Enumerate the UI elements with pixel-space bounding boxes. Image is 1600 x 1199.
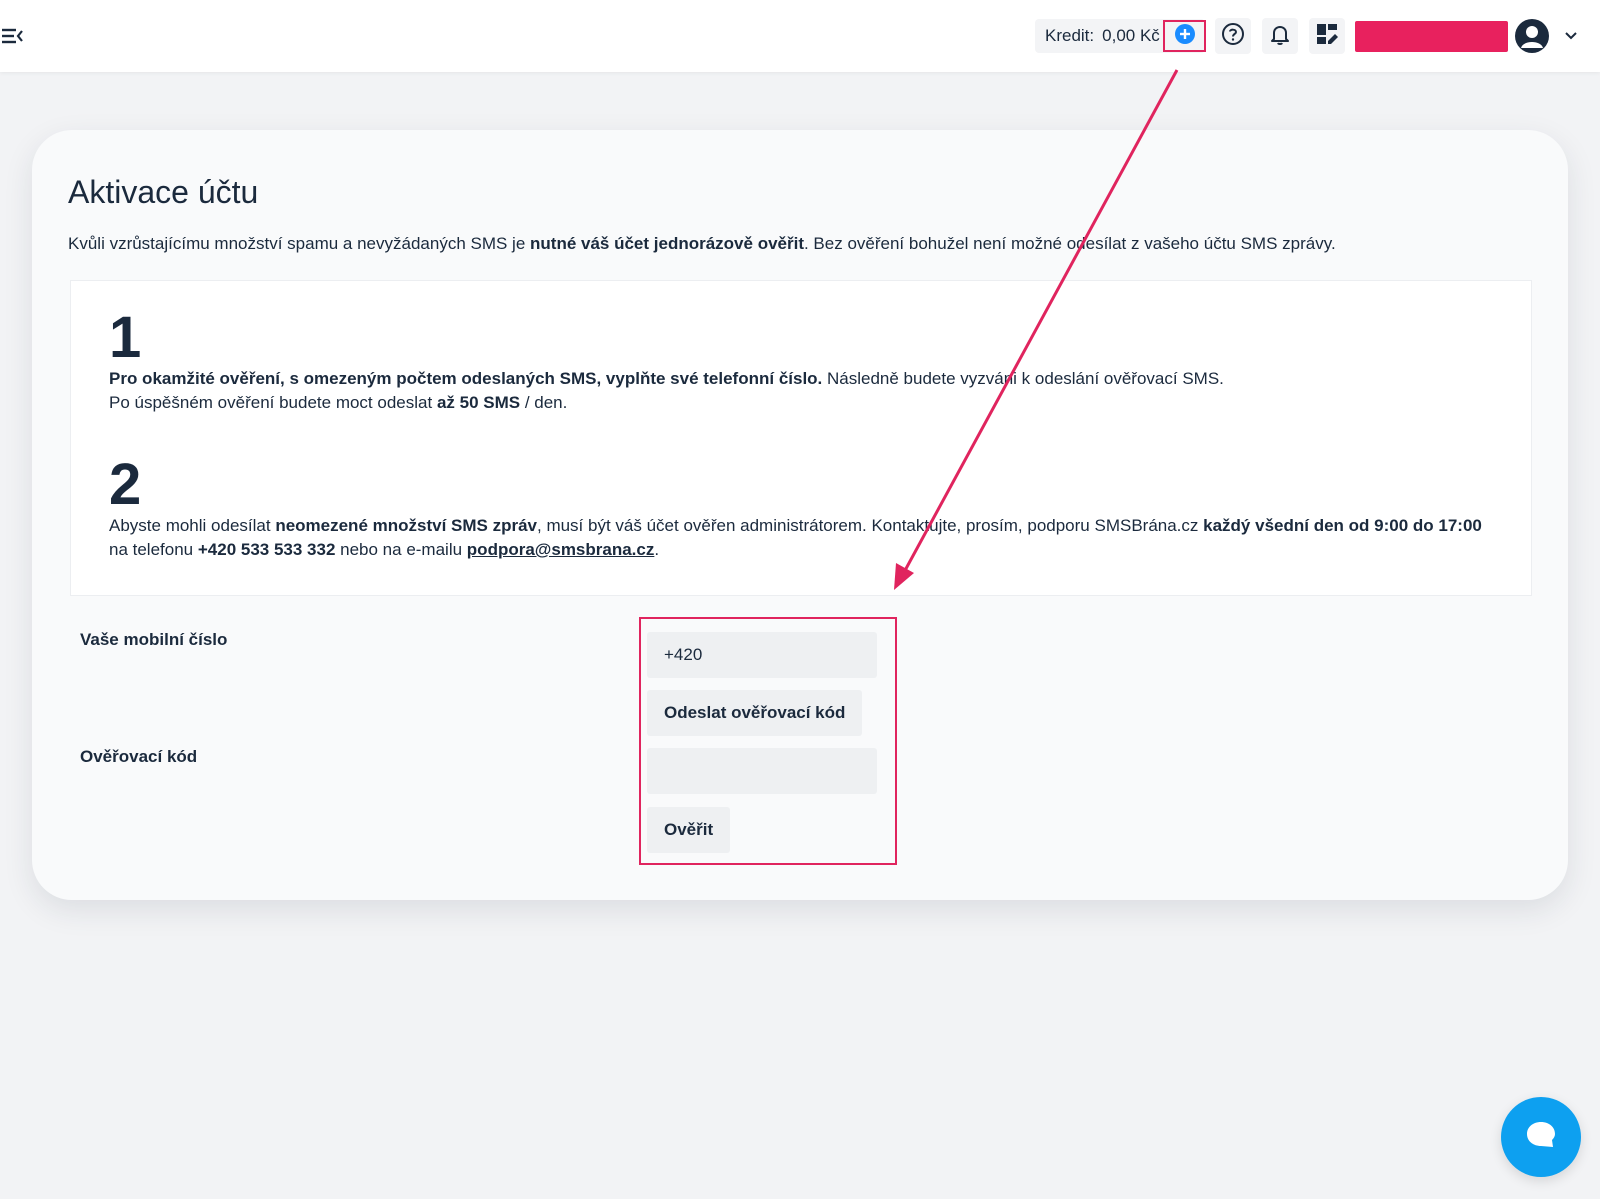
chat-button[interactable] [1501,1097,1581,1177]
step-bold: neomezené množství SMS zpráv [275,516,537,535]
step-text: , musí být váš účet ověřen administrátor… [537,516,1204,535]
send-code-button[interactable]: Odeslat ověřovací kód [647,690,863,736]
help-button[interactable] [1215,18,1251,54]
intro-text: Kvůli vzrůstajícímu množství spamu a nev… [68,234,1528,254]
menu-toggle-icon[interactable] [0,24,26,48]
verify-button[interactable]: Ověřit [647,807,731,853]
user-avatar[interactable] [1515,19,1549,53]
credit-value: 0,00 Kč [1102,26,1160,45]
notifications-button[interactable] [1262,18,1298,54]
add-credit-button[interactable] [1163,20,1206,52]
step-line: na telefonu +420 533 533 332 nebo na e-m… [109,538,1509,562]
step-bold: Pro okamžité ověření, s omezeným počtem … [109,369,823,388]
dashboard-edit-button[interactable] [1309,18,1345,54]
phone-label: Vaše mobilní číslo [80,630,228,649]
code-input[interactable] [647,748,877,794]
page-title: Aktivace účtu [68,174,259,210]
help-icon [1221,22,1245,51]
redacted-account-button[interactable] [1355,21,1508,52]
step-text: . [654,540,660,559]
top-bar: Kredit: 0,00 Kč [0,0,1600,72]
user-icon [1515,26,1549,53]
intro-pre: Kvůli vzrůstajícímu množství spamu a nev… [68,234,531,253]
step-number: 2 [109,452,142,517]
intro-bold: nutné váš účet jednorázově ověřit [530,234,804,253]
step-line: Pro okamžité ověření, s omezeným počtem … [109,367,1509,391]
step-bold: až 50 SMS [436,393,521,412]
step-line: Abyste mohli odesílat neomezené množství… [109,514,1509,538]
steps-panel: 1 Pro okamžité ověření, s omezeným počte… [70,280,1532,596]
step-text: Následně budete vyzváni k odeslání ověřo… [822,369,1224,388]
step-text: Po úspěšném ověření budete moct odeslat [109,393,437,412]
chat-bubble-icon [1525,1120,1557,1155]
step-text: Abyste mohli odesílat [109,516,276,535]
bell-icon [1268,22,1292,51]
chevron-down-icon[interactable] [1563,27,1579,43]
phone-input[interactable] [647,632,877,678]
step-text: na telefonu [109,540,198,559]
step-number: 1 [109,305,142,370]
step-text: / den. [520,393,568,412]
support-email-link[interactable]: podpora@smsbrana.cz [467,540,655,559]
support-phone: +420 533 533 332 [197,540,336,559]
step-1: 1 Pro okamžité ověření, s omezeným počte… [109,309,1509,415]
dashboard-edit-icon [1315,22,1339,51]
step-bold: každý všední den od 9:00 do 17:00 [1203,516,1482,535]
step-2: 2 Abyste mohli odesílat neomezené množst… [109,456,1509,562]
credit-label: Kredit: [1045,26,1095,45]
code-label: Ověřovací kód [80,747,198,766]
step-line: Po úspěšném ověření budete moct odeslat … [109,391,1509,415]
activation-card: Aktivace účtu Kvůli vzrůstajícímu množst… [32,130,1568,900]
add-credit-icon [1173,22,1197,51]
step-text: nebo na e-mailu [335,540,467,559]
intro-post: . Bez ověření bohužel není možné odesíla… [803,234,1336,253]
